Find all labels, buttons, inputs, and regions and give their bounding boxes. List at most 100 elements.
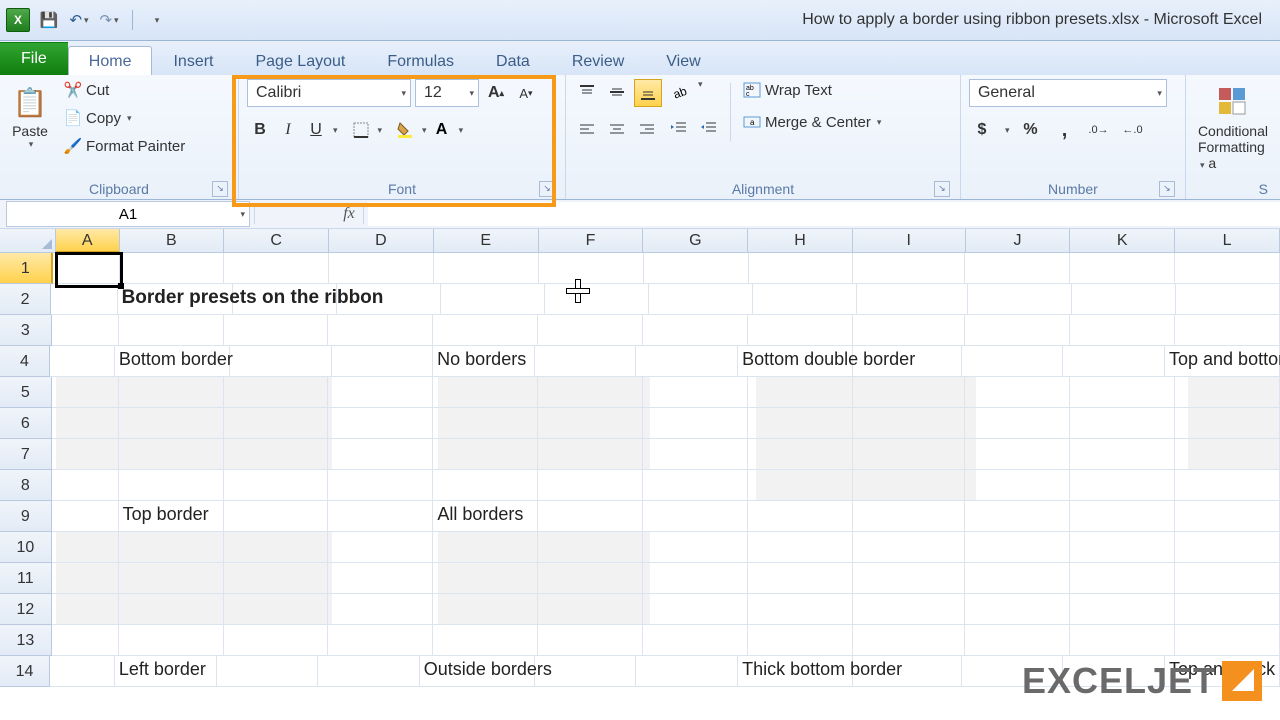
tab-file[interactable]: File xyxy=(0,42,68,75)
cell-J10[interactable] xyxy=(965,532,1070,563)
align-right-button[interactable] xyxy=(634,117,660,143)
column-header-H[interactable]: H xyxy=(748,229,853,253)
cell-D3[interactable] xyxy=(328,315,433,346)
chevron-down-icon[interactable]: ▾ xyxy=(1005,125,1010,136)
cell-H14[interactable]: Thick bottom border xyxy=(738,656,853,687)
row-header-9[interactable]: 9 xyxy=(0,501,52,532)
cell-L10[interactable] xyxy=(1175,532,1280,563)
align-middle-button[interactable] xyxy=(604,79,630,105)
cell-I3[interactable] xyxy=(853,315,965,346)
cell-D4[interactable] xyxy=(332,346,434,377)
cell-C5[interactable] xyxy=(224,377,329,408)
cell-L7[interactable] xyxy=(1175,439,1280,470)
accounting-format-button[interactable]: $ xyxy=(969,117,995,143)
cell-K12[interactable] xyxy=(1070,594,1175,625)
cell-C7[interactable] xyxy=(224,439,329,470)
cell-K9[interactable] xyxy=(1070,501,1175,532)
row-header-12[interactable]: 12 xyxy=(0,594,52,625)
cell-J11[interactable] xyxy=(965,563,1070,594)
cell-B5[interactable] xyxy=(119,377,224,408)
cell-G14[interactable] xyxy=(636,656,738,687)
cell-E4[interactable]: No borders xyxy=(433,346,535,377)
cell-F13[interactable] xyxy=(538,625,643,656)
cell-J8[interactable] xyxy=(965,470,1070,501)
cell-E10[interactable] xyxy=(433,532,538,563)
cell-C1[interactable] xyxy=(224,253,329,284)
cell-H5[interactable] xyxy=(748,377,853,408)
cell-L6[interactable] xyxy=(1175,408,1280,439)
cell-G4[interactable] xyxy=(636,346,738,377)
cell-E8[interactable] xyxy=(433,470,538,501)
column-header-B[interactable]: B xyxy=(120,229,225,253)
cell-I5[interactable] xyxy=(853,377,965,408)
row-header-10[interactable]: 10 xyxy=(0,532,52,563)
cell-A12[interactable] xyxy=(52,594,119,625)
cell-J2[interactable] xyxy=(968,284,1072,315)
cell-A4[interactable] xyxy=(50,346,115,377)
cell-F6[interactable] xyxy=(538,408,643,439)
cell-K2[interactable] xyxy=(1072,284,1176,315)
cell-E12[interactable] xyxy=(433,594,538,625)
column-header-I[interactable]: I xyxy=(853,229,966,253)
cell-D11[interactable] xyxy=(328,563,433,594)
cell-J5[interactable] xyxy=(965,377,1070,408)
cell-E5[interactable] xyxy=(433,377,538,408)
cell-D14[interactable] xyxy=(318,656,420,687)
cell-C13[interactable] xyxy=(224,625,329,656)
cell-G7[interactable] xyxy=(643,439,748,470)
cell-D5[interactable] xyxy=(328,377,433,408)
cell-H2[interactable] xyxy=(753,284,857,315)
dialog-launcher-icon[interactable]: ↘ xyxy=(1159,181,1175,197)
cell-E1[interactable] xyxy=(434,253,539,284)
cell-F10[interactable] xyxy=(538,532,643,563)
conditional-formatting-button[interactable]: Conditional Formatting ▾ a xyxy=(1194,79,1272,173)
cell-K10[interactable] xyxy=(1070,532,1175,563)
formula-input[interactable] xyxy=(368,202,1280,226)
cell-E2[interactable] xyxy=(441,284,545,315)
cell-K6[interactable] xyxy=(1070,408,1175,439)
chevron-down-icon[interactable]: ▾ xyxy=(378,125,383,136)
cell-A2[interactable] xyxy=(51,284,117,315)
align-top-button[interactable] xyxy=(574,79,600,105)
cell-H12[interactable] xyxy=(748,594,853,625)
cell-J13[interactable] xyxy=(965,625,1070,656)
cell-L9[interactable] xyxy=(1175,501,1280,532)
cell-H1[interactable] xyxy=(749,253,854,284)
number-format-combo[interactable]: General ▾ xyxy=(969,79,1167,107)
cell-I6[interactable] xyxy=(853,408,965,439)
cell-D9[interactable] xyxy=(328,501,433,532)
cell-G13[interactable] xyxy=(643,625,748,656)
column-header-F[interactable]: F xyxy=(539,229,644,253)
cell-B6[interactable] xyxy=(119,408,224,439)
bold-button[interactable]: B xyxy=(247,117,273,143)
cell-B10[interactable] xyxy=(119,532,224,563)
tab-insert[interactable]: Insert xyxy=(152,46,234,75)
cell-B2[interactable]: Border presets on the ribbon xyxy=(118,284,233,315)
align-left-button[interactable] xyxy=(574,117,600,143)
cell-H4[interactable]: Bottom double border xyxy=(738,346,853,377)
chevron-down-icon[interactable]: ▾ xyxy=(333,125,338,136)
shrink-font-button[interactable]: A▾ xyxy=(513,80,539,106)
cell-F5[interactable] xyxy=(538,377,643,408)
cell-I8[interactable] xyxy=(853,470,965,501)
cell-C8[interactable] xyxy=(224,470,329,501)
cell-B1[interactable] xyxy=(120,253,225,284)
row-header-6[interactable]: 6 xyxy=(0,408,52,439)
cell-E9[interactable]: All borders xyxy=(433,501,538,532)
cell-L2[interactable] xyxy=(1176,284,1280,315)
cell-J4[interactable] xyxy=(962,346,1064,377)
row-header-2[interactable]: 2 xyxy=(0,284,51,315)
cell-D8[interactable] xyxy=(328,470,433,501)
cell-A13[interactable] xyxy=(52,625,119,656)
cell-J1[interactable] xyxy=(965,253,1070,284)
dialog-launcher-icon[interactable]: ↘ xyxy=(934,181,950,197)
cell-H13[interactable] xyxy=(748,625,853,656)
cell-D7[interactable] xyxy=(328,439,433,470)
align-bottom-button[interactable] xyxy=(634,79,662,107)
cell-D10[interactable] xyxy=(328,532,433,563)
tab-home[interactable]: Home xyxy=(68,46,153,75)
cell-K3[interactable] xyxy=(1070,315,1175,346)
copy-button[interactable]: 📄 Copy ▾ xyxy=(60,107,189,129)
cell-D13[interactable] xyxy=(328,625,433,656)
cell-F3[interactable] xyxy=(538,315,643,346)
